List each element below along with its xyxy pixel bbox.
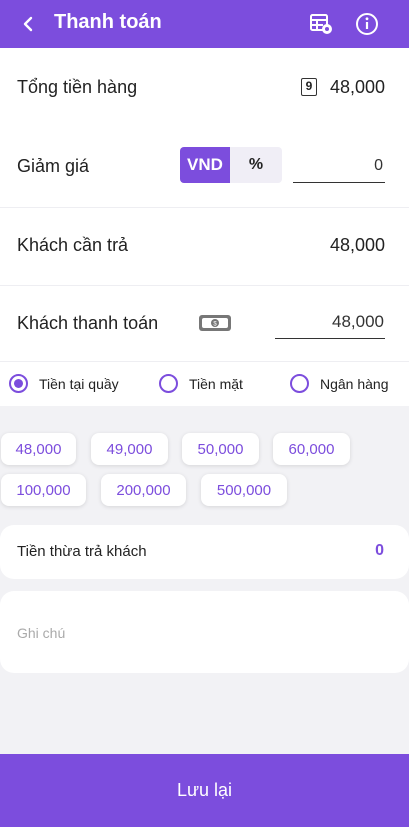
save-button[interactable]: Lưu lại [0, 754, 409, 827]
total-value: 48,000 [329, 77, 385, 97]
app-header: Thanh toán [0, 0, 409, 48]
quick-amount-chip[interactable]: 200,000 [101, 474, 186, 506]
note-placeholder: Ghi chú [17, 625, 66, 641]
back-button[interactable] [14, 10, 42, 38]
discount-mode-percent[interactable]: % [230, 147, 282, 183]
due-row: Khách cần trả 48,000 [0, 208, 409, 286]
radio-label: Tiền mặt [189, 375, 243, 392]
page-title: Thanh toán [54, 11, 162, 33]
radio-tien-mat[interactable]: Tiền mặt [159, 374, 243, 393]
change-row: Tiền thừa trả khách 0 [0, 525, 409, 579]
change-value: 0 [375, 542, 384, 559]
paid-label: Khách thanh toán [17, 313, 159, 333]
total-label: Tổng tiền hàng [17, 77, 138, 97]
change-label: Tiền thừa trả khách [17, 543, 147, 560]
radio-selected-icon [9, 374, 28, 393]
discount-input[interactable]: 0 [293, 157, 385, 183]
quick-amount-chip[interactable]: 60,000 [273, 433, 350, 465]
radio-ngan-hang[interactable]: Ngân hàng [290, 374, 389, 393]
due-label: Khách cần trả [17, 235, 129, 255]
quick-amount-chip[interactable]: 50,000 [182, 433, 259, 465]
due-value: 48,000 [329, 235, 385, 255]
discount-mode-vnd[interactable]: VND [180, 147, 230, 183]
quick-amount-chip[interactable]: 49,000 [91, 433, 168, 465]
paid-input[interactable]: 48,000 [275, 312, 385, 339]
discount-label: Giảm giá [17, 156, 90, 176]
radio-tien-tai-quay[interactable]: Tiền tại quầy [9, 374, 119, 393]
item-count-badge: 9 [301, 78, 317, 96]
quick-amount-chip[interactable]: 500,000 [201, 474, 287, 506]
info-icon [356, 13, 378, 35]
quick-amount-chip[interactable]: 48,000 [1, 433, 76, 465]
chevron-left-icon [23, 16, 33, 32]
payment-method-group: Tiền tại quầy Tiền mặt Ngân hàng [0, 362, 409, 406]
cash-button[interactable]: $ [198, 313, 232, 338]
discount-mode-toggle: VND % [180, 147, 282, 183]
total-row: Tổng tiền hàng 9 48,000 [0, 48, 409, 128]
radio-label: Ngân hàng [320, 375, 389, 392]
radio-unselected-icon [159, 374, 178, 393]
table-view-button[interactable] [307, 10, 335, 38]
paid-row: Khách thanh toán $ 48,000 [0, 286, 409, 362]
radio-unselected-icon [290, 374, 309, 393]
note-field[interactable]: Ghi chú [0, 591, 409, 673]
info-button[interactable] [353, 10, 381, 38]
radio-label: Tiền tại quầy [39, 375, 119, 392]
cash-icon: $ [199, 315, 231, 331]
table-view-icon [310, 14, 332, 34]
quick-amount-chip[interactable]: 100,000 [1, 474, 86, 506]
